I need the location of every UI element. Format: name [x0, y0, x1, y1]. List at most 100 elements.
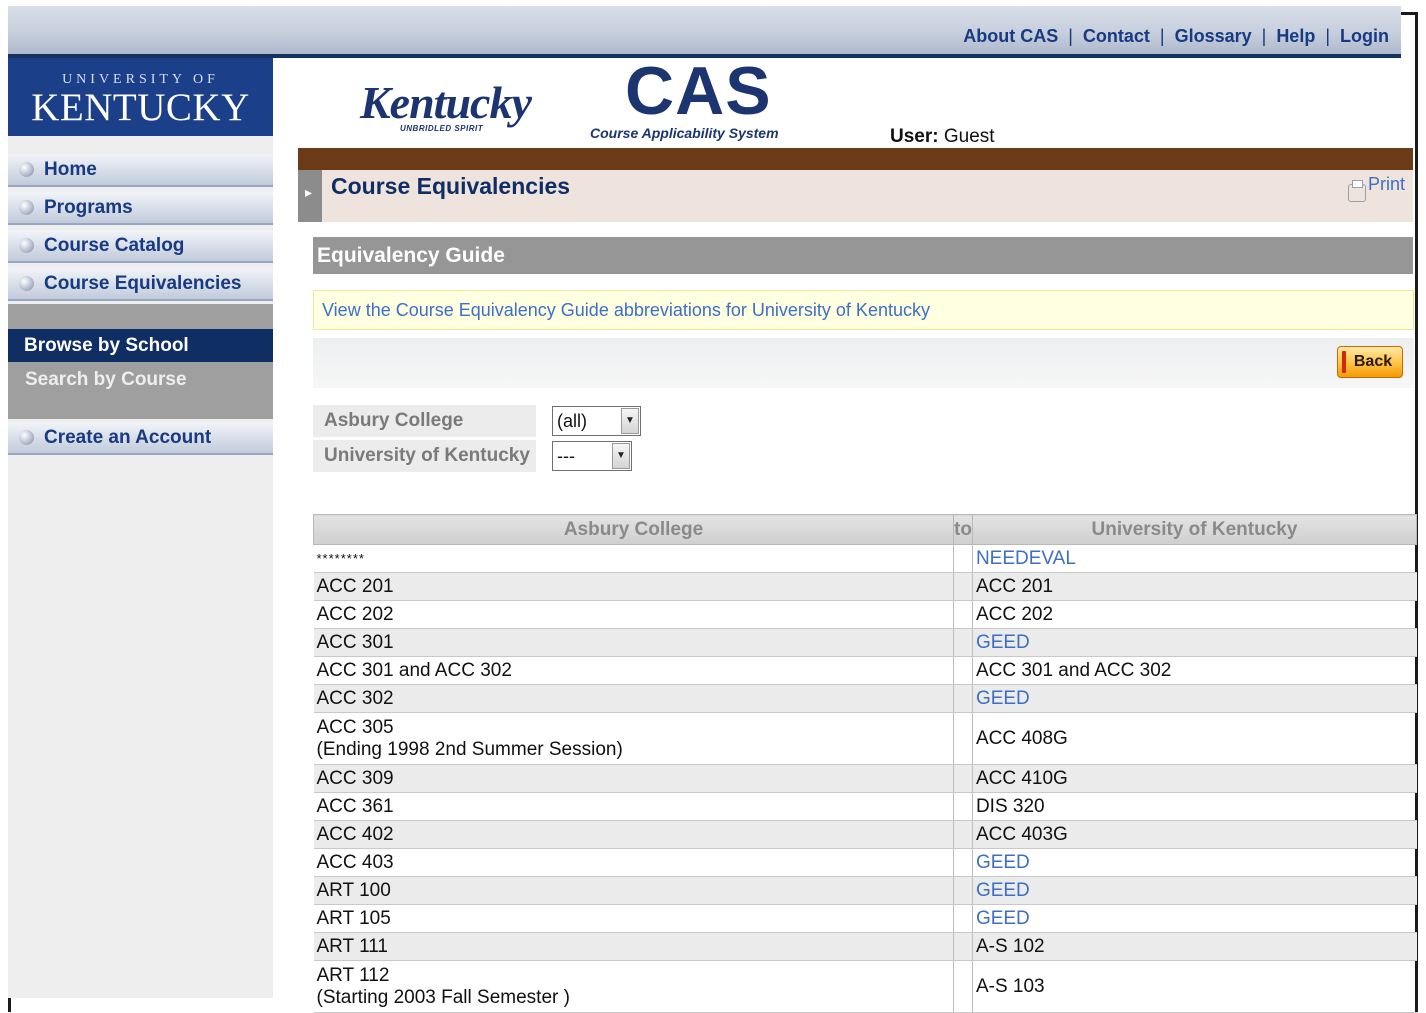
uk-course-link[interactable]: GEED [971, 876, 1417, 905]
nav-separator: | [1325, 26, 1331, 46]
uk-course-cell: ACC 410G [971, 764, 1417, 793]
table-row: ACC 361 DIS 320 [313, 792, 1417, 821]
table-row: ACC 305 (Ending 1998 2nd Summer Session) A… [313, 712, 1417, 765]
to-cell [953, 572, 973, 601]
uk-course-link[interactable]: NEEDEVAL [971, 544, 1417, 573]
page-title-bar: ▸ Course Equivalencies Print [298, 170, 1413, 222]
table-row: ACC 301 GEED [313, 628, 1417, 657]
sidebar: UNIVERSITY OF KENTUCKY Home Programs Cou… [8, 58, 273, 998]
uk-course-cell: A-S 102 [971, 932, 1417, 961]
subnav-search-by-course[interactable]: Search by Course [8, 363, 273, 396]
asbury-course-cell: ACC 402 [313, 820, 954, 849]
bullet-icon [19, 200, 34, 215]
table-row: ACC 201 ACC 201 [313, 572, 1417, 601]
asbury-course-cell: ACC 403 [313, 848, 954, 877]
sidebar-item-label: Home [44, 159, 97, 180]
user-value: Guest [943, 126, 995, 147]
asbury-course: ACC 305 [316, 716, 394, 738]
filter-label: Asbury College [313, 405, 536, 437]
uk-course-link[interactable]: GEED [971, 684, 1417, 713]
table-row: ART 112 (Starting 2003 Fall Semester ) A-S… [313, 960, 1417, 1013]
table-row: ACC 402 ACC 403G [313, 820, 1417, 849]
cas-logo: CAS [625, 53, 772, 129]
sidebar-item-create-account[interactable]: Create an Account [8, 422, 273, 455]
nav-link-about-cas[interactable]: About CAS [963, 26, 1058, 46]
nav-link-help[interactable]: Help [1276, 26, 1315, 46]
sidebar-item-label: Course Catalog [44, 235, 185, 256]
to-cell [953, 960, 973, 1013]
uk-course-link[interactable]: GEED [971, 848, 1417, 877]
asbury-course: ******** [316, 550, 365, 566]
asbury-course-cell: ACC 202 [313, 600, 954, 629]
select-value: (all) [557, 411, 587, 431]
to-cell [953, 848, 973, 877]
to-cell [953, 684, 973, 713]
sidebar-item-course-equivalencies[interactable]: Course Equivalencies [8, 268, 273, 301]
sidebar-item-home[interactable]: Home [8, 154, 273, 187]
uk-course-cell: ACC 301 and ACC 302 [971, 656, 1417, 685]
asbury-select[interactable]: (all) ▼ [552, 406, 641, 436]
to-cell [953, 904, 973, 933]
uk-course-cell: ACC 403G [971, 820, 1417, 849]
back-button[interactable]: Back [1337, 346, 1403, 378]
sidebar-item-label: Programs [44, 197, 133, 218]
asbury-course: ACC 202 [316, 603, 394, 625]
asbury-course: ART 100 [316, 879, 391, 901]
uk-course-cell: ACC 408G [971, 712, 1417, 765]
bullet-icon [19, 162, 34, 177]
kentucky-logo-tagline: UNBRIDLED SPIRIT [400, 124, 484, 133]
table-row: ART 111 A-S 102 [313, 932, 1417, 961]
to-cell [953, 600, 973, 629]
table-row: ACC 302 GEED [313, 684, 1417, 713]
uk-course-cell: ACC 201 [971, 572, 1417, 601]
sidebar-item-programs[interactable]: Programs [8, 192, 273, 225]
asbury-course: ART 112 [316, 964, 390, 986]
table-row: ACC 309 ACC 410G [313, 764, 1417, 793]
asbury-course: ART 111 [316, 935, 388, 957]
nav-separator: | [1261, 26, 1267, 46]
sidebar-item-label: Course Equivalencies [44, 273, 242, 294]
bullet-icon [19, 276, 34, 291]
printer-icon [1347, 180, 1366, 202]
nav-link-contact[interactable]: Contact [1083, 26, 1150, 46]
nav-link-glossary[interactable]: Glossary [1175, 26, 1252, 46]
print-link[interactable]: Print [1347, 174, 1405, 202]
subnav-browse-by-school[interactable]: Browse by School [8, 329, 273, 362]
to-cell [953, 764, 973, 793]
university-of-kentucky-logo[interactable]: UNIVERSITY OF KENTUCKY [8, 58, 273, 136]
sidebar-item-course-catalog[interactable]: Course Catalog [8, 230, 273, 263]
logo-big-text: KENTUCKY [31, 86, 250, 129]
asbury-course-cell: ART 100 [313, 876, 954, 905]
print-label: Print [1367, 174, 1405, 194]
asbury-course: ART 105 [316, 907, 391, 929]
to-cell [953, 712, 973, 765]
uk-course-link[interactable]: GEED [971, 628, 1417, 657]
filter-row-uk: University of Kentucky --- ▼ [313, 440, 653, 472]
filter-row-asbury: Asbury College (all) ▼ [313, 405, 653, 437]
asbury-course: ACC 361 [316, 795, 394, 817]
abbreviations-link[interactable]: View the Course Equivalency Guide abbrev… [322, 300, 930, 320]
bullet-icon [19, 238, 34, 253]
column-header-asbury: Asbury College [313, 514, 954, 545]
nav-link-login[interactable]: Login [1340, 26, 1389, 46]
asbury-course-cell: ACC 301 [313, 628, 954, 657]
table-row: ******** NEEDEVAL [313, 544, 1417, 573]
header-divider-bar [298, 148, 1413, 170]
uk-course-link[interactable]: GEED [971, 904, 1417, 933]
uk-select[interactable]: --- ▼ [552, 441, 632, 471]
course-term-note: (Ending 1998 2nd Summer Session) [316, 738, 623, 760]
asbury-course-cell: ACC 361 [313, 792, 954, 821]
asbury-course: ACC 403 [316, 851, 394, 873]
equivalency-table: Asbury College to University of Kentucky… [313, 514, 1418, 1013]
asbury-course: ACC 301 and ACC 302 [316, 659, 512, 681]
table-row: ACC 301 and ACC 302 ACC 301 and ACC 302 [313, 656, 1417, 685]
to-cell [953, 876, 973, 905]
asbury-course-cell: ART 105 [313, 904, 954, 933]
asbury-course: ACC 301 [316, 631, 394, 653]
table-header-row: Asbury College to University of Kentucky [313, 514, 1418, 545]
table-body: ******** NEEDEVAL ACC 201 ACC 201 ACC 202 ACC… [313, 544, 1417, 1013]
header: Kentucky UNBRIDLED SPIRIT CAS Course App… [290, 53, 1405, 148]
asbury-course-cell: ACC 305 (Ending 1998 2nd Summer Session) [313, 712, 954, 765]
to-cell [953, 792, 973, 821]
notice-box: View the Course Equivalency Guide abbrev… [313, 290, 1414, 330]
